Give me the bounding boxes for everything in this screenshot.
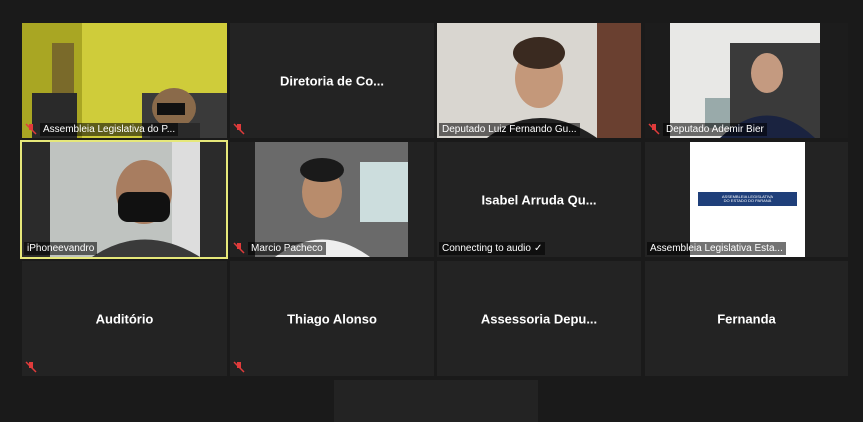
video-tile-thiago-alonso[interactable]: Thiago Alonso [230, 261, 434, 376]
participant-name: Assembleia Legislativa do P... [40, 123, 179, 136]
participant-name: iPhoneevandro [24, 242, 98, 255]
participant-name: Assembleia Legislativa Esta... [647, 242, 786, 255]
participant-video [22, 142, 226, 257]
video-tile-isabel-arruda[interactable]: Isabel Arruda Qu... Connecting to audio ✓ [437, 142, 641, 257]
participant-video [230, 142, 434, 257]
video-tile-partial[interactable] [334, 380, 538, 422]
muted-mic-icon [25, 123, 37, 135]
assembleia-logo: ASSEMBLEIA LEGISLATIVA DO ESTADO DO PARA… [698, 192, 797, 206]
logo-text: ASSEMBLEIA LEGISLATIVA DO ESTADO DO PARA… [721, 194, 774, 203]
video-tile-assembleia[interactable]: Assembleia Legislativa do P... [22, 23, 227, 138]
video-tile-fernanda[interactable]: Fernanda [645, 261, 848, 376]
video-tile-auditorio[interactable]: Auditório [22, 261, 227, 376]
participant-video [645, 23, 848, 138]
participant-name: Isabel Arruda Qu... [481, 192, 597, 207]
video-tile-iphoneevandro[interactable]: iPhoneevandro [20, 140, 228, 259]
logo-card: ASSEMBLEIA LEGISLATIVA DO ESTADO DO PARA… [690, 142, 805, 257]
participant-video [22, 23, 227, 138]
connection-status-text: Connecting to audio [442, 243, 531, 254]
participant-name: Diretoria de Co... [279, 73, 385, 88]
video-tile-assessoria[interactable]: Assessoria Depu... [437, 261, 641, 376]
participant-name: Fernanda [717, 311, 776, 326]
video-tile-diretoria[interactable]: Diretoria de Co... [230, 23, 434, 138]
video-tile-ademir-bier[interactable]: Deputado Ademir Bier [645, 23, 848, 138]
participant-name: Marcio Pacheco [248, 242, 326, 255]
video-tile-marcio-pacheco[interactable]: Marcio Pacheco [230, 142, 434, 257]
muted-mic-icon [233, 242, 245, 254]
muted-mic-icon [25, 361, 37, 373]
participant-video [437, 23, 641, 138]
muted-mic-icon [648, 123, 660, 135]
participant-name: Deputado Ademir Bier [663, 123, 767, 136]
participant-name: Assessoria Depu... [480, 311, 598, 326]
participant-name: Thiago Alonso [287, 311, 377, 326]
participant-name: Deputado Luiz Fernando Gu... [439, 123, 580, 136]
muted-mic-icon [233, 361, 245, 373]
video-tile-assembleia-logo[interactable]: ASSEMBLEIA LEGISLATIVA DO ESTADO DO PARA… [645, 142, 848, 257]
connection-status: Connecting to audio ✓ [439, 242, 546, 255]
check-icon: ✓ [533, 243, 543, 254]
video-tile-luiz-fernando[interactable]: Deputado Luiz Fernando Gu... [437, 23, 641, 138]
muted-mic-icon [233, 123, 245, 135]
participant-name: Auditório [95, 311, 154, 326]
